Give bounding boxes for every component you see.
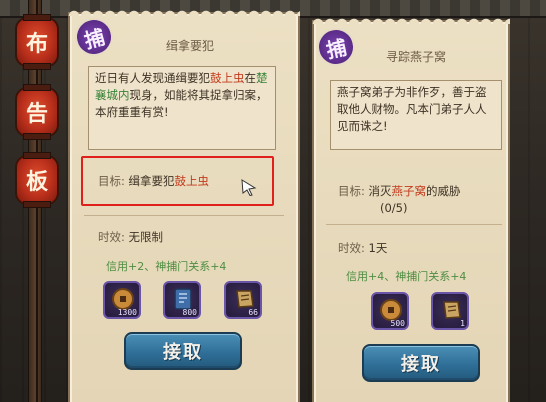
item-quantity: 500	[390, 319, 405, 328]
quest-title: 寻踪燕子窝	[385, 50, 446, 64]
quest-title: 缉拿要犯	[165, 39, 214, 53]
quest-description: 燕子窝弟子为非作歹，善于盗取他人财物。凡本门弟子人人见而诛之!	[330, 80, 502, 150]
reward-text: 信用+2、神捕门关系+4	[106, 260, 227, 273]
desc-text: 燕子窝弟子为非作歹，善于盗取他人财物。凡本门弟子人人见而诛之!	[337, 85, 487, 133]
item-quantity: 1300	[117, 308, 137, 317]
torn-edge	[312, 16, 510, 24]
accept-button[interactable]: 接取	[124, 332, 242, 370]
time-row: 时效: 无限制	[98, 229, 163, 245]
divider	[84, 215, 284, 216]
mouse-cursor-icon	[241, 179, 257, 196]
lantern-sign-1: 布	[15, 14, 59, 70]
reward-item-book[interactable]: 800	[163, 281, 201, 319]
target-row[interactable]: 目标: 消灭燕子窝的威胁	[338, 183, 461, 199]
wanted-name: 鼓上虫	[210, 71, 245, 85]
target-row[interactable]: 目标: 缉拿要犯鼓上虫	[98, 173, 209, 189]
target-text: 缉拿要犯	[128, 174, 175, 188]
target-label: 目标:	[98, 174, 125, 188]
accept-button[interactable]: 接取	[362, 344, 480, 382]
lantern-sign-2: 告	[15, 84, 59, 140]
reward-item-scroll[interactable]: 1	[431, 292, 469, 330]
lantern-sign-3: 板	[15, 152, 59, 208]
torn-edge	[68, 8, 300, 16]
reward-item-coin[interactable]: 1300	[103, 281, 141, 319]
quest-description: 近日有人发现通缉要犯鼓上虫在楚襄城内现身，如能将其捉拿归案，本府重重有赏!	[88, 66, 276, 150]
item-quantity: 800	[182, 308, 197, 317]
time-value: 无限制	[128, 230, 164, 244]
time-value: 1天	[368, 241, 388, 255]
target-label: 目标:	[338, 184, 365, 198]
time-row: 时效: 1天	[338, 240, 387, 256]
item-quantity: 1	[460, 319, 465, 328]
reward-item-coin[interactable]: 500	[371, 292, 409, 330]
emblem-char: 捕	[324, 34, 349, 63]
reward-text: 信用+4、神捕门关系+4	[346, 270, 467, 283]
emblem-char: 捕	[81, 24, 108, 53]
target-name-link[interactable]: 鼓上虫	[175, 174, 210, 188]
time-label: 时效:	[98, 230, 125, 244]
sign-char: 板	[25, 169, 48, 195]
time-label: 时效:	[338, 241, 365, 255]
desc-text: 近日有人发现通缉要犯	[95, 71, 210, 85]
divider	[326, 224, 502, 225]
quest-progress: (0/5)	[380, 201, 408, 215]
target-name-link[interactable]: 燕子窝	[392, 184, 427, 198]
sign-char: 告	[25, 101, 48, 127]
desc-text: 在	[244, 71, 257, 85]
reward-item-scroll[interactable]: 66	[224, 281, 262, 319]
target-text: 消灭	[368, 184, 392, 198]
target-text: 的威胁	[426, 184, 461, 198]
item-quantity: 66	[248, 308, 258, 317]
sign-char: 布	[25, 31, 48, 57]
